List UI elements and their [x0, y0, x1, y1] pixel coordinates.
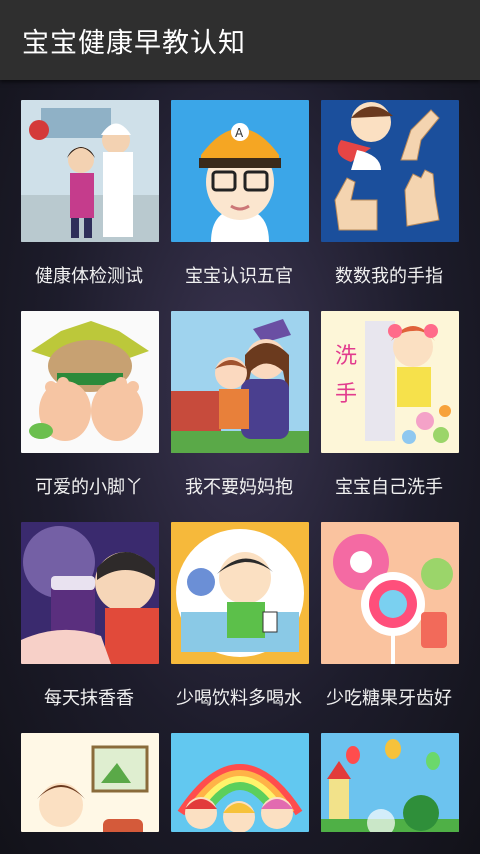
drink-water-icon — [171, 522, 309, 664]
doctor-checkup-icon — [21, 100, 159, 242]
eating-girl-icon — [21, 733, 159, 832]
label-health-check[interactable]: 健康体检测试 — [14, 262, 164, 288]
face-cream-icon — [21, 522, 159, 664]
label-cute-feet[interactable]: 可爱的小脚丫 — [14, 473, 164, 499]
tile-less-candy[interactable] — [321, 522, 459, 664]
label-drink-water[interactable]: 少喝饮料多喝水 — [164, 684, 314, 710]
label-no-hug[interactable]: 我不要妈妈抱 — [164, 473, 314, 499]
tile-row4-2[interactable] — [171, 733, 309, 832]
tile-face-cream[interactable] — [21, 522, 159, 664]
counting-fingers-icon — [321, 100, 459, 242]
tile-health-check[interactable] — [21, 100, 159, 242]
app-title: 宝宝健康早教认知 — [22, 28, 246, 59]
boy-face-icon: A — [171, 100, 309, 242]
label-count-fingers[interactable]: 数数我的手指 — [314, 262, 464, 288]
label-face-cream[interactable]: 每天抹香香 — [14, 684, 164, 710]
tile-no-hug[interactable] — [171, 311, 309, 453]
candy-lollipop-icon — [321, 522, 459, 664]
tile-drink-water[interactable] — [171, 522, 309, 664]
svg-text:洗: 洗 — [335, 344, 357, 369]
baby-feet-icon — [21, 311, 159, 453]
label-less-candy[interactable]: 少吃糖果牙齿好 — [314, 684, 464, 710]
rainbow-kids-icon — [171, 733, 309, 832]
tile-cute-feet[interactable] — [21, 311, 159, 453]
tile-row4-1[interactable] — [21, 733, 159, 832]
tile-row4-3[interactable] — [321, 733, 459, 832]
tile-five-senses[interactable]: A — [171, 100, 309, 242]
mother-child-icon — [171, 311, 309, 453]
svg-text:A: A — [235, 126, 244, 140]
label-wash-hands[interactable]: 宝宝自己洗手 — [314, 473, 464, 499]
tile-count-fingers[interactable] — [321, 100, 459, 242]
tile-wash-hands[interactable]: 洗 手 — [321, 311, 459, 453]
label-five-senses[interactable]: 宝宝认识五官 — [164, 262, 314, 288]
app-bar: 宝宝健康早教认知 — [0, 0, 480, 80]
svg-text:手: 手 — [335, 382, 357, 407]
castle-balloons-icon — [321, 733, 459, 832]
wash-hands-icon: 洗 手 — [321, 311, 459, 453]
